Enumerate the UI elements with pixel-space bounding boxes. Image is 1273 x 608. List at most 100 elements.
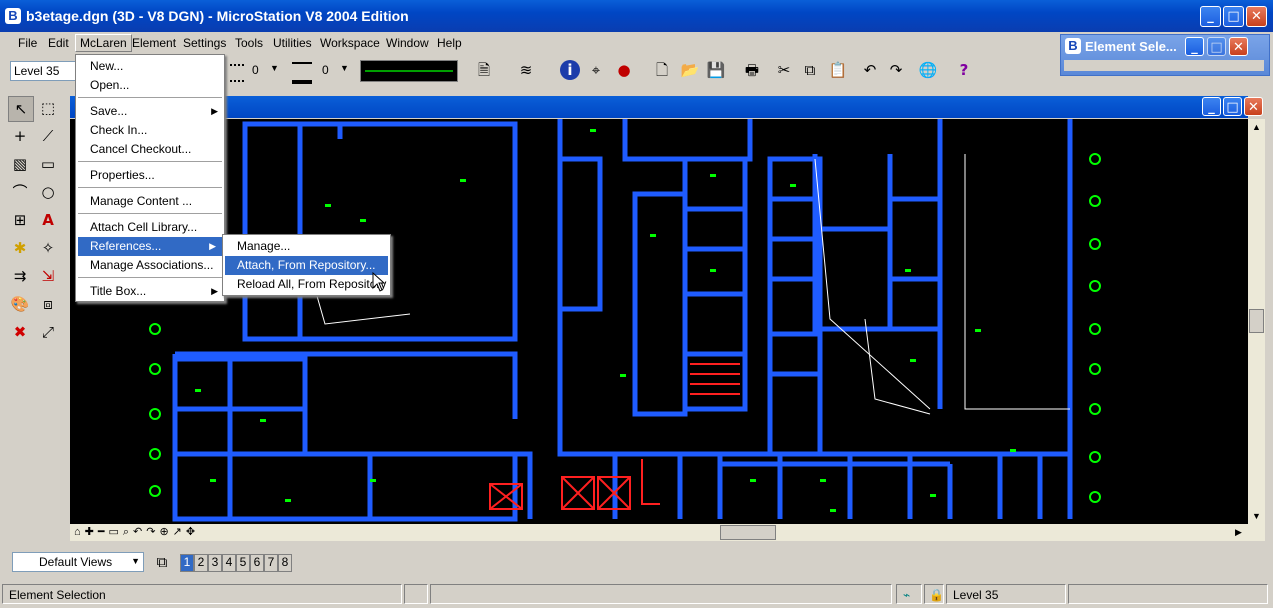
views-dropdown[interactable]: Default Views ▼ xyxy=(12,552,144,572)
minimize-button[interactable]: _ xyxy=(1202,97,1221,116)
horizontal-scroll-thumb[interactable] xyxy=(720,525,776,540)
smartline-icon[interactable]: ⟋ xyxy=(36,124,60,148)
line-weight-value[interactable]: 0 xyxy=(322,63,329,77)
menu-item-title-box[interactable]: Title Box... xyxy=(90,284,146,298)
view-button-6[interactable]: 6 xyxy=(250,554,264,572)
info-icon[interactable]: i xyxy=(560,60,580,80)
rectangle-icon[interactable]: ▭ xyxy=(36,152,60,176)
view-button-1[interactable]: 1 xyxy=(180,554,194,572)
view-rotate-icon[interactable]: ⤢ xyxy=(36,320,60,344)
place-point-icon[interactable]: + xyxy=(8,124,32,148)
menu-item-manage-associations[interactable]: Manage Associations... xyxy=(90,258,213,272)
save-icon[interactable]: 💾 xyxy=(706,60,726,80)
level-combo[interactable]: Level 35 xyxy=(10,61,78,81)
undo-icon[interactable]: ↶ xyxy=(860,60,880,80)
menu-tools[interactable]: Tools xyxy=(235,36,263,50)
view-title-bar: _ □ xyxy=(70,96,1248,118)
view-button-7[interactable]: 7 xyxy=(264,554,278,572)
menu-workspace[interactable]: Workspace xyxy=(320,36,380,50)
snap-icon[interactable]: ⌖ xyxy=(586,60,606,80)
menu-settings[interactable]: Settings xyxy=(183,36,226,50)
redo-icon[interactable]: ↷ xyxy=(886,60,906,80)
menu-utilities[interactable]: Utilities xyxy=(273,36,312,50)
copy-icon[interactable]: ⧉ xyxy=(800,60,820,80)
menu-item-check-in[interactable]: Check In... xyxy=(90,123,147,137)
scroll-down-icon[interactable]: ▼ xyxy=(1248,508,1265,524)
close-button[interactable]: ✕ xyxy=(1246,6,1267,27)
horizontal-scrollbar[interactable]: ⌂✚━▭⌕↶↷⊕↗✥ ▶ xyxy=(70,524,1265,541)
maximize-button[interactable]: □ xyxy=(1223,97,1242,116)
modify-icon[interactable]: ⇲ xyxy=(36,264,60,288)
menu-item-properties[interactable]: Properties... xyxy=(90,168,155,182)
menu-separator xyxy=(78,213,222,214)
close-button[interactable]: ✕ xyxy=(1229,37,1248,56)
chevron-down-icon[interactable]: ▼ xyxy=(340,63,349,73)
cut-icon[interactable]: ✂ xyxy=(774,60,794,80)
layers-icon[interactable]: ≋ xyxy=(516,60,536,80)
color-line-preview[interactable] xyxy=(360,60,458,82)
scroll-up-icon[interactable]: ▲ xyxy=(1248,119,1265,135)
menu-item-references[interactable]: References... ▶ xyxy=(78,237,222,256)
vertical-scrollbar[interactable]: ▲ ▼ xyxy=(1248,119,1265,524)
view-button-3[interactable]: 3 xyxy=(208,554,222,572)
menu-item-save[interactable]: Save... xyxy=(90,104,127,118)
line-style-value[interactable]: 0 xyxy=(252,63,259,77)
open-folder-icon[interactable]: 📂 xyxy=(680,60,700,80)
maximize-button[interactable]: □ xyxy=(1223,6,1244,27)
delete-icon[interactable]: ✖ xyxy=(8,320,32,344)
fence-icon[interactable]: ⬚ xyxy=(36,96,60,120)
menu-item-attach-from-repository[interactable]: Attach, From Repository... xyxy=(225,256,388,275)
view-controls-strip[interactable]: ⌂✚━▭⌕↶↷⊕↗✥ xyxy=(74,525,199,539)
menu-help[interactable]: Help xyxy=(437,36,462,50)
copy-element-icon[interactable]: ⇉ xyxy=(8,264,32,288)
menu-window[interactable]: Window xyxy=(386,36,429,50)
cell-icon[interactable]: ⊞ xyxy=(8,208,32,232)
views-dropdown-value: Default Views xyxy=(39,555,113,569)
line-weight-icon[interactable] xyxy=(292,62,312,84)
document-icon[interactable]: 🗎 xyxy=(474,60,494,80)
lock-icon[interactable]: 🔒 xyxy=(924,584,944,604)
view-button-5[interactable]: 5 xyxy=(236,554,250,572)
paste-icon[interactable]: 📋 xyxy=(828,60,848,80)
menu-item-reload-all[interactable]: Reload All, From Repository xyxy=(237,277,386,291)
menu-item-cancel-checkout[interactable]: Cancel Checkout... xyxy=(90,142,191,156)
line-style-icon[interactable] xyxy=(230,64,244,82)
dimension-icon[interactable]: ✱ xyxy=(8,236,32,260)
vertical-scroll-thumb[interactable] xyxy=(1249,309,1264,333)
menu-item-attach-cell-library[interactable]: Attach Cell Library... xyxy=(90,220,197,234)
scroll-right-icon[interactable]: ▶ xyxy=(1235,524,1249,540)
print-icon[interactable]: 🖶 xyxy=(742,60,762,80)
drawing-view[interactable] xyxy=(70,119,1248,524)
menu-item-new[interactable]: New... xyxy=(90,59,123,73)
measure-icon[interactable]: ✧ xyxy=(36,236,60,260)
record-icon[interactable]: ● xyxy=(614,60,634,80)
view-groups-icon[interactable]: ⧉ xyxy=(152,552,172,572)
menu-file[interactable]: File xyxy=(18,36,37,50)
menu-element[interactable]: Element xyxy=(132,36,176,50)
arc-icon[interactable]: ⌒ xyxy=(8,180,32,204)
view-button-8[interactable]: 8 xyxy=(278,554,292,572)
minimize-button[interactable]: _ xyxy=(1200,6,1221,27)
circle-icon[interactable]: ○ xyxy=(36,180,60,204)
element-selection-window[interactable]: B Element Sele... _ □ ✕ xyxy=(1060,34,1270,76)
menu-item-manage[interactable]: Manage... xyxy=(237,239,290,253)
chevron-down-icon[interactable]: ▼ xyxy=(270,63,279,73)
select-arrow-icon[interactable]: ↖ xyxy=(8,96,34,122)
menu-item-open[interactable]: Open... xyxy=(90,78,129,92)
close-button[interactable]: ✕ xyxy=(1244,97,1263,116)
view-button-4[interactable]: 4 xyxy=(222,554,236,572)
view-button-2[interactable]: 2 xyxy=(194,554,208,572)
menu-mclaren[interactable]: McLaren xyxy=(75,34,132,52)
minimize-button[interactable]: _ xyxy=(1185,37,1204,56)
globe-icon[interactable]: 🌐 xyxy=(918,60,938,80)
menu-edit[interactable]: Edit xyxy=(48,36,69,50)
hatch-icon[interactable]: ▧ xyxy=(8,152,32,176)
help-icon[interactable]: ? xyxy=(954,60,974,80)
palette-icon[interactable]: 🎨 xyxy=(8,292,32,316)
microstation-logo-icon[interactable]: B xyxy=(5,8,21,24)
snap-mode-icon[interactable]: ⌁ xyxy=(896,584,922,604)
new-file-icon[interactable]: 🗋 xyxy=(652,60,672,80)
group-icon[interactable]: ⧈ xyxy=(36,292,60,316)
menu-item-manage-content[interactable]: Manage Content ... xyxy=(90,194,192,208)
text-icon[interactable]: A xyxy=(36,208,60,232)
